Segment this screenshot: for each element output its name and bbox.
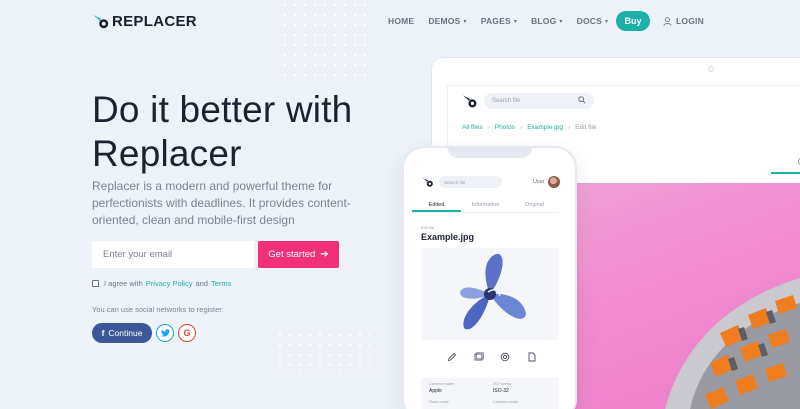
nav-docs[interactable]: DOCS ▾ — [577, 16, 609, 26]
breadcrumb-separator: › — [567, 124, 571, 131]
agree-prefix: I agree with — [104, 279, 143, 288]
social-label: You can use social networks to register: — [92, 305, 224, 314]
comet-logo-icon — [422, 177, 433, 187]
google-icon: G — [183, 328, 191, 338]
facebook-continue-button[interactable]: f Continue — [92, 323, 152, 343]
breadcrumb: All files › Photos › Example.jpg › Edit fil… — [462, 124, 596, 131]
meta-label: Camera maker — [429, 382, 455, 386]
hero-title: Do it better with Replacer — [92, 89, 353, 174]
breadcrumb-photos[interactable]: Photos — [495, 124, 515, 131]
gallery-icon[interactable] — [474, 352, 484, 362]
nav-demos-label: DEMOS — [428, 16, 461, 26]
get-started-label: Get started — [268, 249, 316, 260]
nav-docs-label: DOCS — [576, 16, 602, 26]
nav-home[interactable]: HOME — [388, 16, 414, 26]
architecture-image — [665, 278, 800, 409]
hero-subtitle: Replacer is a modern and powerful theme … — [92, 179, 351, 227]
tab-original[interactable]: Original — [510, 198, 559, 212]
terms-link[interactable]: Terms — [211, 279, 231, 288]
comet-logo-icon — [92, 14, 109, 29]
meta-label: Flash mode — [429, 400, 449, 404]
desktop-search-placeholder: Search file — [492, 98, 521, 104]
nav-blog-label: BLOG — [531, 16, 557, 26]
nav-home-label: HOME — [388, 16, 415, 26]
breadcrumb-all-files[interactable]: All files — [462, 124, 483, 131]
phone-mockup: Search file User Edited Information Orig… — [402, 146, 577, 409]
meta-label: Camera model — [493, 400, 518, 404]
agree-checkbox[interactable] — [92, 280, 99, 287]
tab-edited[interactable]: Edited — [412, 198, 461, 212]
brand-name: REPLACER — [112, 12, 197, 30]
avatar[interactable] — [548, 176, 560, 188]
nav-pages-label: PAGES — [480, 16, 511, 26]
tab-information[interactable]: Information — [461, 198, 510, 212]
buy-button[interactable]: Buy — [616, 11, 650, 31]
breadcrumb-example[interactable]: Example.jpg — [527, 124, 563, 131]
login-label: LOGIN — [676, 16, 704, 26]
chevron-down-icon: ▾ — [513, 18, 518, 25]
main-nav: HOME DEMOS ▾ PAGES ▾ BLOG ▾ DOCS ▾ — [388, 11, 622, 31]
privacy-policy-link[interactable]: Privacy Policy — [146, 279, 193, 288]
flower-picture — [460, 253, 526, 330]
camera-dot — [708, 66, 714, 72]
twitter-button[interactable] — [156, 324, 174, 342]
terms-agreement: I agree with Privacy Policy and Terms — [92, 279, 234, 288]
facebook-label: Continue — [108, 328, 143, 338]
login-link[interactable]: LOGIN — [663, 16, 704, 26]
desktop-search-input[interactable]: Search file — [484, 93, 594, 109]
phone-tabs: Edited Information Original — [412, 198, 559, 213]
iris-flower-image — [421, 248, 559, 340]
breadcrumb-edit-file: Edit file — [575, 124, 597, 131]
arrow-right-icon: ➔ — [320, 249, 329, 260]
brand-logo[interactable]: REPLACER — [92, 12, 197, 30]
meta-value: ISO-32 — [493, 388, 509, 394]
file-title: Example.jpg — [421, 232, 475, 242]
desktop-active-tab-underline — [771, 172, 800, 174]
chevron-down-icon: ▾ — [605, 18, 609, 25]
file-metadata: Camera maker Apple ISO speed ISO-32 Flas… — [421, 378, 559, 409]
meta-label: ISO speed — [493, 382, 511, 386]
phone-user-label: User — [533, 179, 545, 185]
email-field[interactable] — [92, 241, 254, 268]
chevron-down-icon: ▾ — [463, 18, 467, 25]
building-photo — [570, 183, 800, 409]
meta-value: Apple — [429, 388, 442, 394]
nav-pages[interactable]: PAGES ▾ — [481, 16, 517, 26]
image-actions — [447, 352, 537, 362]
get-started-button[interactable]: Get started ➔ — [258, 241, 339, 268]
phone-search-placeholder: Search file — [444, 179, 466, 185]
google-button[interactable]: G — [178, 324, 196, 342]
agree-and: and — [195, 279, 208, 288]
twitter-icon — [160, 329, 170, 337]
breadcrumb-separator: › — [487, 124, 490, 131]
phone-notch — [448, 148, 532, 158]
document-icon[interactable] — [527, 352, 537, 362]
breadcrumb-separator: › — [520, 124, 523, 131]
pencil-icon[interactable] — [447, 352, 457, 362]
nav-demos[interactable]: DEMOS ▾ — [428, 16, 466, 26]
edit-file-label: Edit file — [421, 225, 435, 230]
phone-search-input[interactable]: Search file — [439, 176, 502, 188]
nav-blog[interactable]: BLOG ▾ — [531, 16, 563, 26]
comet-logo-icon — [462, 95, 477, 108]
chevron-down-icon: ▾ — [559, 18, 563, 25]
user-icon — [663, 16, 672, 26]
facebook-icon: f — [101, 328, 105, 338]
dot-pattern-bottom — [275, 330, 370, 375]
dot-pattern-top — [280, 0, 370, 80]
at-sign-icon[interactable] — [500, 352, 510, 362]
search-icon — [578, 96, 586, 104]
